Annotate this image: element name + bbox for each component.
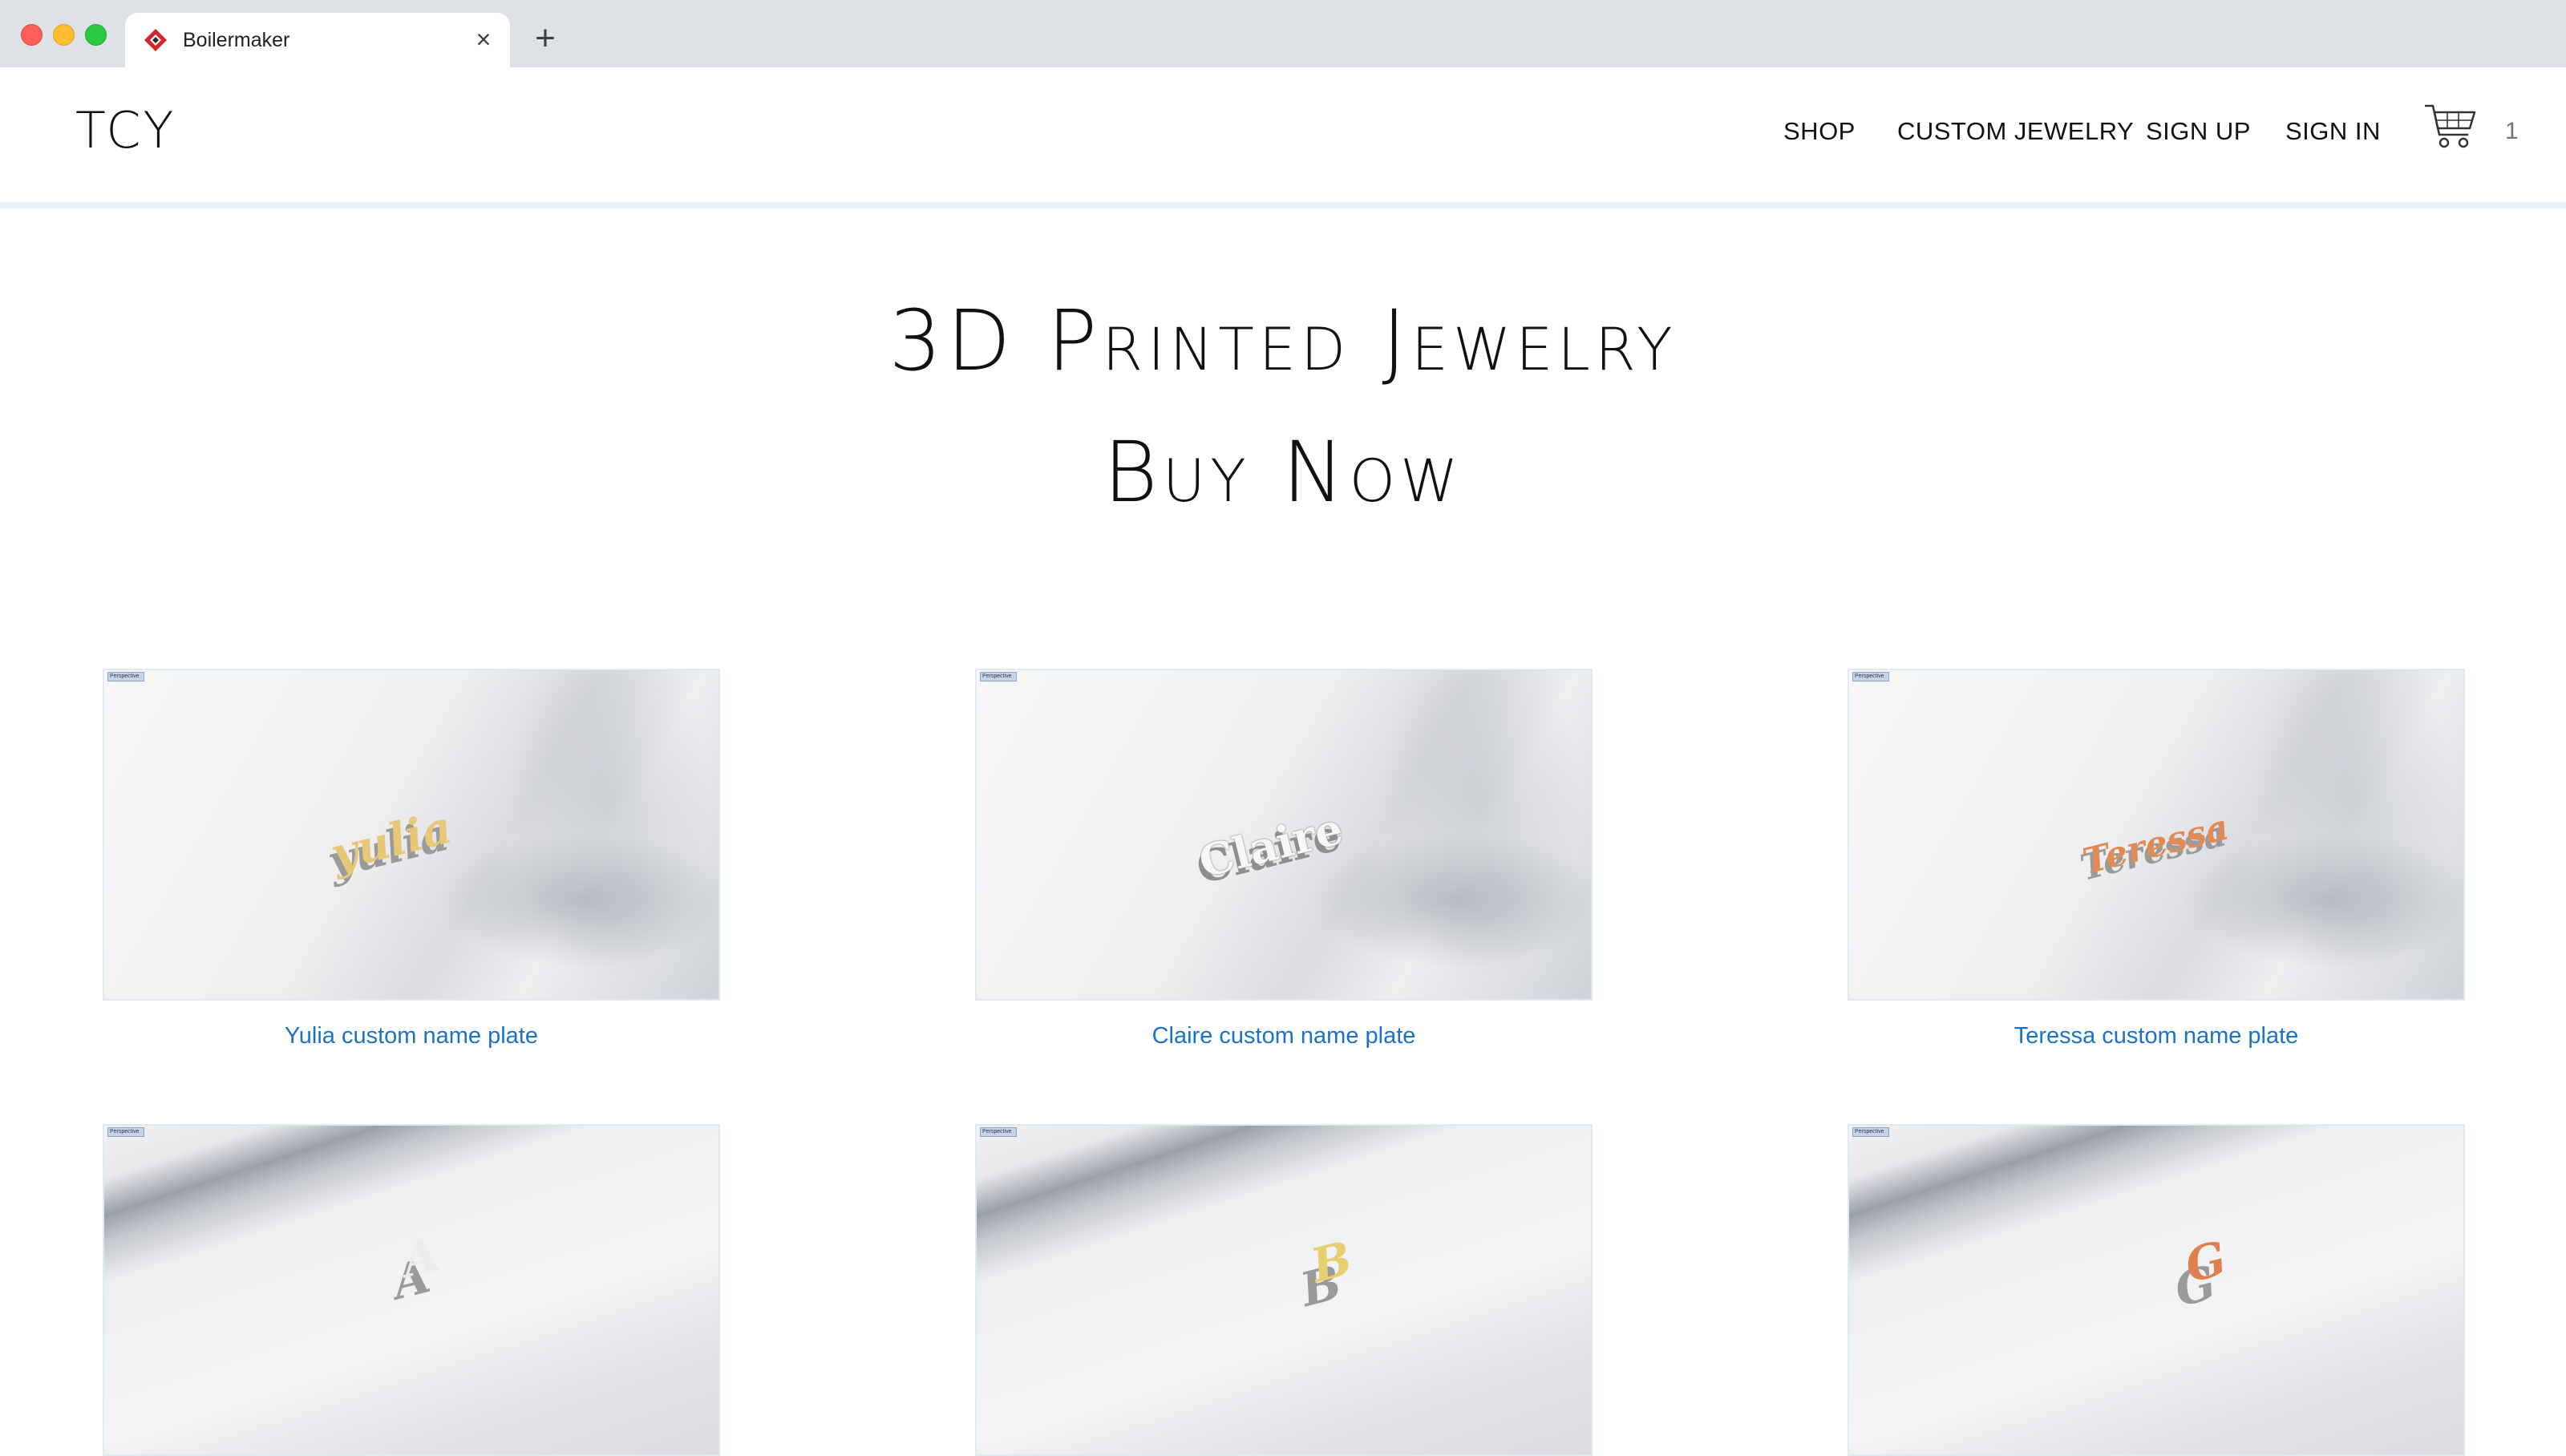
name-plate-model: Claire: [1193, 802, 1348, 888]
nav-sign-up[interactable]: SIGN UP: [2146, 114, 2251, 149]
viewport-label: Perspective: [1852, 672, 1889, 681]
site-header: TCY SHOP CUSTOM JEWELRY SIGN UP SIGN IN …: [0, 67, 2566, 202]
nav-custom-jewelry[interactable]: CUSTOM JEWELRY: [1897, 114, 2134, 149]
product-image[interactable]: Perspective A: [103, 1124, 720, 1456]
nav-sign-in[interactable]: SIGN IN: [2285, 114, 2381, 149]
cart-count-badge: 1: [2505, 118, 2519, 144]
initial-charm-model: A: [396, 1226, 445, 1288]
site-logo[interactable]: TCY: [75, 96, 176, 165]
header-divider: [0, 202, 2566, 208]
product-link[interactable]: Yulia custom name plate: [103, 1020, 720, 1052]
product-link[interactable]: Claire custom name plate: [975, 1020, 1593, 1052]
hero-buy-now[interactable]: Buy Now: [0, 420, 2566, 524]
new-tab-button[interactable]: +: [529, 21, 561, 56]
tab-close-icon[interactable]: ×: [470, 26, 497, 53]
window-close-button[interactable]: [21, 24, 42, 46]
viewport-label: Perspective: [1852, 1127, 1889, 1137]
product-link[interactable]: Teressa custom name plate: [1848, 1020, 2465, 1052]
product-image[interactable]: Perspective B: [975, 1124, 1593, 1456]
window-maximize-button[interactable]: [85, 24, 107, 46]
name-plate-model: Teressa: [2078, 807, 2233, 883]
product-image[interactable]: Perspective yulia: [103, 669, 720, 1001]
viewport-label: Perspective: [980, 1127, 1017, 1137]
boilermaker-favicon-icon: [144, 29, 167, 51]
hero-title: 3D Printed Jewelry: [888, 292, 1678, 390]
cart-icon[interactable]: [2423, 101, 2479, 152]
tab-title: Boilermaker: [183, 29, 290, 51]
nav-shop[interactable]: SHOP: [1783, 114, 1856, 149]
window-minimize-button[interactable]: [53, 24, 75, 46]
viewport-label: Perspective: [107, 672, 144, 681]
name-plate-model: yulia: [326, 800, 457, 882]
product-image[interactable]: Perspective Claire: [975, 669, 1593, 1001]
initial-charm-model: B: [1305, 1231, 1358, 1293]
product-image[interactable]: Perspective G: [1848, 1124, 2465, 1456]
product-image[interactable]: Perspective Teressa: [1848, 669, 2465, 1001]
viewport-label: Perspective: [107, 1127, 144, 1137]
viewport-label: Perspective: [980, 672, 1017, 681]
initial-charm-model: G: [2179, 1231, 2232, 1293]
browser-chrome: Boilermaker × +: [0, 0, 2566, 67]
browser-tab[interactable]: Boilermaker ×: [125, 13, 510, 67]
